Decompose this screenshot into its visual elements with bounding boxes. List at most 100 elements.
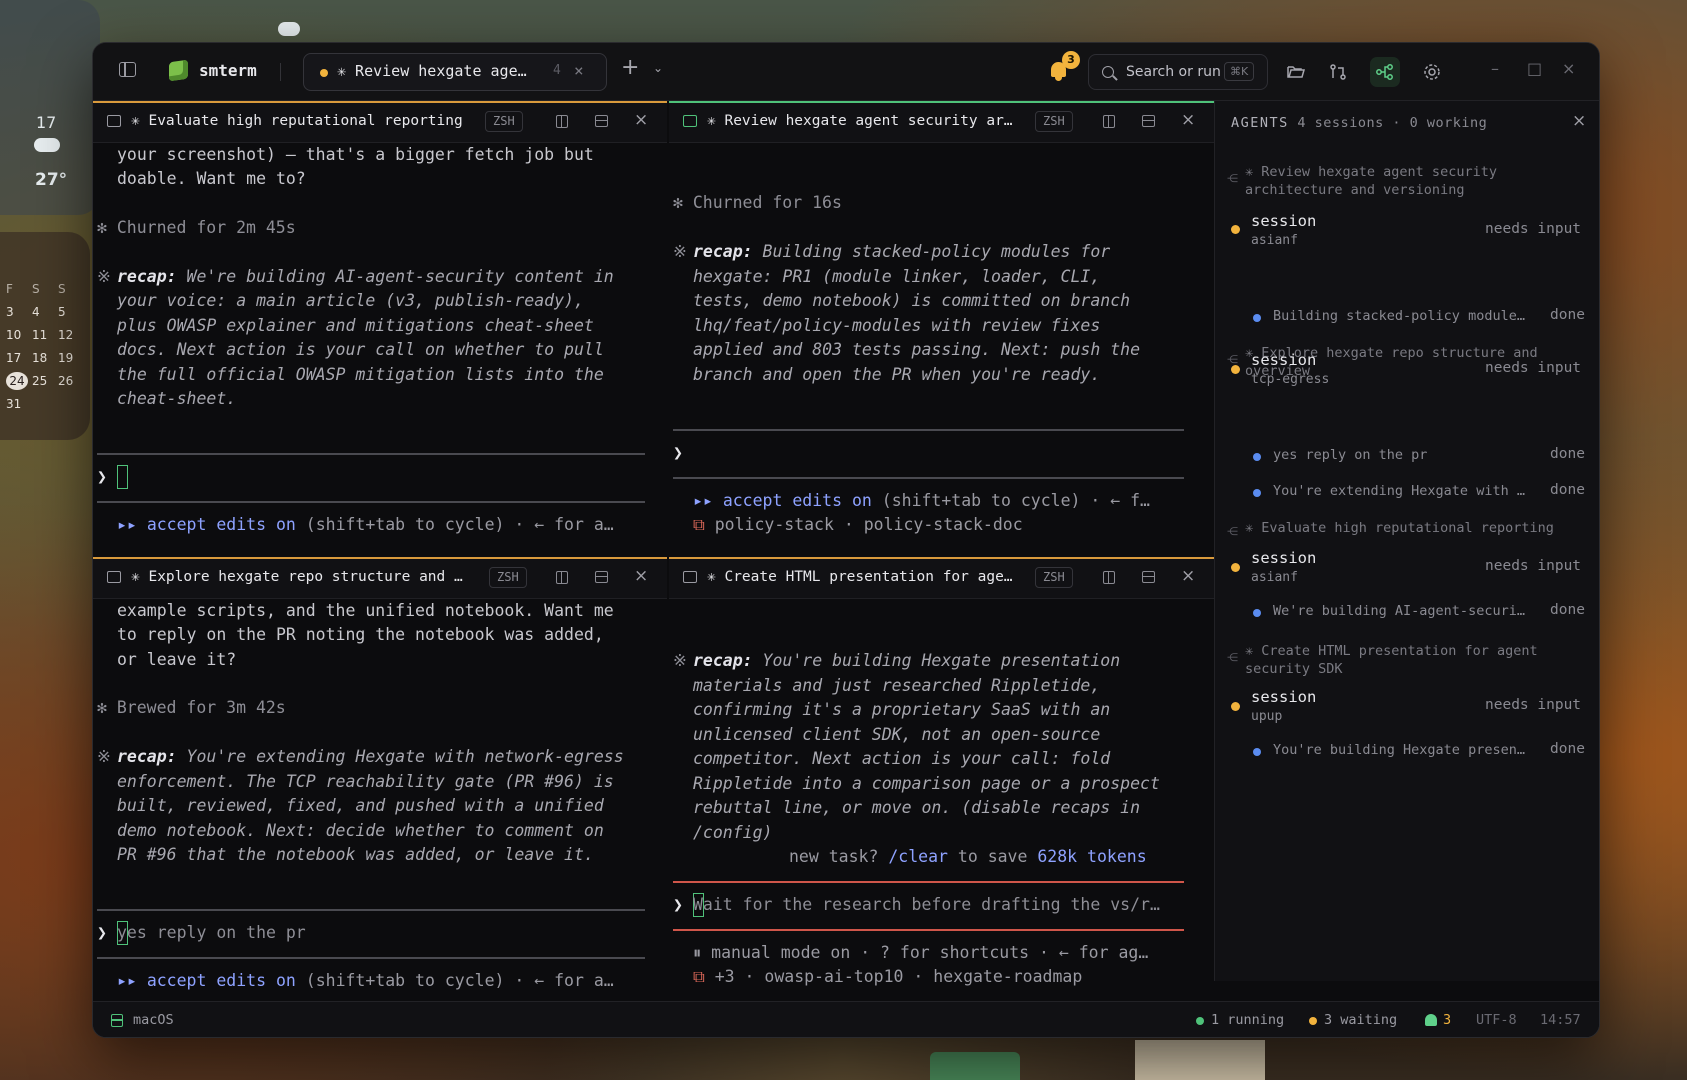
status-bar: macOS 1 running 3 waiting 3 UTF-8 14:57 — [93, 1001, 1599, 1037]
calendar-weekday: F — [6, 282, 13, 296]
calendar-day — [58, 395, 84, 413]
mode-hint: (shift+tab to cycle) · ← for a… — [295, 515, 614, 534]
calendar-day — [32, 395, 58, 413]
agent-session[interactable]: session — [1251, 688, 1316, 706]
group-icon: ⋲ — [1227, 172, 1238, 185]
pane-bottom-right[interactable]: ✳ Create HTML presentation for age… ZSH … — [669, 557, 1214, 1001]
git-compare-icon[interactable] — [1323, 57, 1353, 87]
agent-sub-status: done — [1550, 482, 1585, 498]
tab-close-icon[interactable]: × — [574, 61, 584, 80]
agent-group-title[interactable]: ✳ Create HTML presentation for agent sec… — [1245, 642, 1585, 678]
waiting-count[interactable]: 3 waiting — [1324, 1012, 1397, 1028]
os-label: macOS — [133, 1012, 174, 1028]
recap-bullet: ※ — [97, 747, 111, 766]
calendar-day: 10 — [6, 328, 22, 342]
search-input[interactable]: Search or run ⌘K — [1088, 54, 1268, 90]
search-placeholder: Search or run — [1126, 64, 1221, 80]
folder-icon[interactable] — [1281, 57, 1311, 87]
shell-badge: ZSH — [1035, 111, 1073, 132]
status-dot-waiting — [1231, 365, 1240, 374]
agent-session[interactable]: session — [1251, 351, 1316, 369]
running-count[interactable]: 1 running — [1211, 1012, 1284, 1028]
output-line: or leave it? — [117, 650, 237, 669]
calendar-day: 3 — [6, 305, 14, 319]
split-horizontal-icon[interactable] — [595, 115, 608, 127]
calendar-weekday: S — [32, 282, 40, 296]
pane-top-right[interactable]: ✳ Review hexgate agent security ar… ZSH … — [669, 101, 1214, 551]
tab-review-hexgate[interactable]: ✳ Review hexgate age… 4 × — [303, 53, 607, 91]
agent-status: needs input — [1485, 221, 1582, 237]
split-vertical-icon[interactable] — [556, 115, 568, 128]
agent-session[interactable]: session — [1251, 549, 1316, 567]
pane-title: ✳ Evaluate high reputational reporting — [131, 113, 463, 129]
agent-group-title[interactable]: ✳ Evaluate high reputational reporting — [1245, 519, 1585, 537]
titlebar: smterm ✳ Review hexgate age… 4 × + ⌄ 3 S… — [93, 43, 1599, 101]
recap-line: /config) — [693, 823, 773, 842]
notifications-badge: 3 — [1062, 51, 1080, 69]
app-name: smterm — [199, 61, 257, 80]
new-tab-button[interactable]: + — [621, 55, 639, 80]
recap-line: plus OWASP explainer and mitigations che… — [117, 316, 594, 335]
minimize-button[interactable]: – — [1491, 59, 1499, 78]
close-agents-icon[interactable]: × — [1572, 111, 1586, 131]
cloud-icon — [278, 22, 300, 36]
split-horizontal-icon[interactable] — [595, 571, 608, 583]
pane-bottom-left[interactable]: ✳ Explore hexgate repo structure and … Z… — [93, 557, 667, 1001]
prompt-caret[interactable]: ❯ — [673, 441, 683, 466]
prompt-input[interactable] — [117, 465, 128, 489]
agent-sub-item[interactable]: yes reply on the pr — [1273, 447, 1533, 463]
close-window-button[interactable]: × — [1562, 59, 1575, 78]
background-roof — [930, 1052, 1020, 1080]
gear-icon[interactable] — [1417, 57, 1447, 87]
calendar-widget: F S S 3 4 5 10 11 12 17 18 19 24 25 26 31 — [0, 232, 90, 440]
prompt-input[interactable]: Wait for the research before drafting th… — [693, 893, 1160, 918]
prompt-divider — [673, 929, 1184, 931]
calendar-day: 11 — [32, 328, 48, 342]
recap-line: rebuttal line, or move on. (disable reca… — [693, 798, 1141, 817]
pane-header: ✳ Explore hexgate repo structure and … Z… — [93, 557, 667, 599]
recap-line: tests, demo notebook) is committed on br… — [693, 291, 1131, 310]
close-pane-icon[interactable]: × — [634, 110, 648, 130]
new-task-hint: new task? /clear to save 628k tokens — [789, 847, 1147, 866]
calendar-day: 31 — [6, 397, 22, 411]
tab-label: ✳ Review hexgate age… — [337, 62, 527, 80]
notifications-button[interactable]: 3 — [1048, 51, 1080, 83]
weather-temp-small: 17 — [36, 113, 57, 132]
agent-sub-item[interactable]: You're building Hexgate present… — [1273, 742, 1533, 758]
recap-line: lhq/feat/policy-modules with review fixe… — [693, 316, 1101, 335]
sidebar-toggle-icon[interactable] — [119, 62, 136, 77]
split-horizontal-icon[interactable] — [1142, 115, 1155, 127]
chevron-down-icon[interactable]: ⌄ — [653, 61, 663, 75]
prompt-caret: ❯ — [673, 895, 683, 914]
split-horizontal-icon[interactable] — [1142, 571, 1155, 583]
prompt-input[interactable]: yes reply on the pr — [117, 921, 306, 946]
calendar-day: 17 — [6, 351, 22, 365]
pane-top-left[interactable]: ✳ Evaluate high reputational reporting Z… — [93, 101, 667, 551]
recap-line: recap: We're building AI-agent-security … — [117, 265, 614, 290]
status-dot-done — [1253, 453, 1261, 461]
bell-count[interactable]: 3 — [1443, 1012, 1451, 1028]
agents-graph-icon[interactable] — [1370, 57, 1400, 87]
maximize-button[interactable]: □ — [1527, 59, 1542, 78]
app-logo-icon — [169, 59, 188, 82]
agent-session[interactable]: session — [1251, 212, 1316, 230]
branch-line: ⧉ policy-stack · policy-stack-doc — [693, 513, 1023, 538]
close-pane-icon[interactable]: × — [634, 566, 648, 586]
close-pane-icon[interactable]: × — [1181, 110, 1195, 130]
agent-group-title[interactable]: ✳ Review hexgate agent security architec… — [1245, 163, 1585, 199]
split-vertical-icon[interactable] — [1103, 115, 1115, 128]
split-vertical-icon[interactable] — [556, 571, 568, 584]
prompt-divider — [97, 453, 645, 455]
output-line: to reply on the PR noting the notebook w… — [117, 625, 604, 644]
agent-sub-item[interactable]: We're building AI-agent-securit… — [1273, 603, 1533, 619]
bell-clapper — [1055, 77, 1062, 81]
clear-command: /clear — [888, 847, 948, 866]
agent-user: tcp-egress — [1251, 372, 1330, 387]
agent-sub-item[interactable]: Building stacked-policy modules… — [1273, 308, 1533, 324]
agent-sub-item[interactable]: You're extending Hexgate with n… — [1273, 483, 1533, 499]
close-pane-icon[interactable]: × — [1181, 566, 1195, 586]
agent-status: needs input — [1485, 360, 1582, 376]
running-dot — [1196, 1017, 1204, 1025]
pane-accent-bar — [93, 557, 667, 559]
split-vertical-icon[interactable] — [1103, 571, 1115, 584]
